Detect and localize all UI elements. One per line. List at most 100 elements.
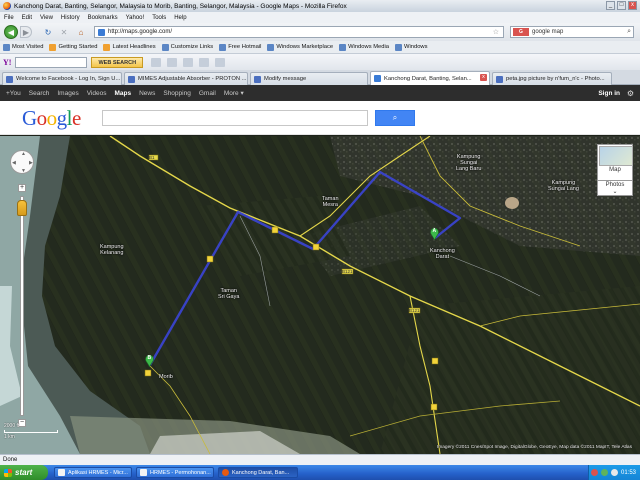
gear-icon[interactable]: ⚙ [627,89,634,98]
bookmark-star-icon[interactable]: ☆ [493,28,499,36]
stop-icon[interactable]: ✕ [58,26,70,38]
bookmark-icon [395,43,402,51]
bookmark-getting-started[interactable]: Getting Started [49,43,97,51]
bookmark-windows-media[interactable]: Windows Media [339,43,389,51]
gbar-shopping[interactable]: Shopping [163,90,190,97]
yahoo-search-input[interactable] [15,56,88,68]
map-canvas[interactable]: Kampung Kelanang Taman Mesra Kampung Sungai… [0,136,640,454]
bookmark-windows-marketplace[interactable]: Windows Marketplace [267,43,333,51]
close-tab-icon[interactable]: x [480,74,487,81]
label-kanchong-darat: Kanchong Darat [430,248,455,260]
scale-bar [4,430,58,433]
gbar-images[interactable]: Images [57,90,78,97]
menu-edit[interactable]: Edit [22,15,32,21]
tab-google-maps[interactable]: Kanchong Darat, Banting, Selan... x [370,71,490,85]
search-engine-box[interactable]: G google map ⌕ [510,26,634,38]
reload-icon[interactable]: ↻ [42,26,54,38]
maximize-button[interactable]: □ [617,1,626,10]
map-type-control[interactable]: Map [597,144,633,184]
minimize-button[interactable]: _ [606,1,615,10]
forward-button[interactable]: ▶ [20,26,32,38]
zoom-in-button[interactable]: + [18,184,26,192]
gbar-gmail[interactable]: Gmail [199,90,216,97]
marker-b[interactable]: B [145,355,154,367]
yahoo-logo[interactable]: Y! [3,58,11,67]
tray-network-icon[interactable] [600,469,608,476]
windows-logo-icon [4,468,12,477]
rss-icon [103,43,111,51]
gbar-plus-you[interactable]: +You [6,90,21,97]
taskbar-item-firefox[interactable]: Kanchong Darat, Ban... [218,467,298,478]
pan-right-icon[interactable]: ▶ [29,160,33,166]
tab-facebook[interactable]: Welcome to Facebook - Log In, Sign U... [2,72,122,85]
maps-search-input[interactable] [102,110,368,126]
menu-view[interactable]: View [40,15,53,21]
menu-yahoo[interactable]: Yahoo! [126,15,145,21]
home-icon[interactable]: ⌂ [75,26,87,38]
taskbar-item-aplikasi[interactable]: Aplikasi HRMES - Micr... [54,467,132,478]
sign-in-link[interactable]: Sign in [598,90,620,97]
gbar-more[interactable]: More ▾ [224,89,244,97]
maps-search-button[interactable]: ⌕ [375,110,415,126]
pan-down-icon[interactable]: ▼ [21,168,26,174]
zoom-slider-track[interactable] [20,196,24,416]
taskbar-item-hrmes[interactable]: HRMES - Permohonan... [136,467,214,478]
windows-taskbar: start Aplikasi HRMES - Micr... HRMES - P… [0,465,640,480]
label-kampung-sungai-lang: Kampung Sungai Lang [548,180,579,192]
toolbar-games-icon[interactable] [183,57,194,67]
chevron-down-icon: ⌄ [612,189,618,195]
toolbar-answers-icon[interactable] [199,57,210,67]
app-icon [140,469,147,476]
start-button[interactable]: start [0,465,48,480]
tray-antivirus-icon[interactable] [590,469,598,476]
window-controls: _ □ x [606,1,637,10]
close-window-button[interactable]: x [628,1,637,10]
site-favicon-icon [98,28,105,36]
google-logo[interactable]: Google [22,106,81,131]
menu-tools[interactable]: Tools [152,15,166,21]
gbar-news[interactable]: News [139,90,155,97]
menu-help[interactable]: Help [174,15,186,21]
map-attribution: Imagery ©2011 Cnes/Spot Image, DigitalGl… [436,445,632,450]
pan-up-icon[interactable]: ▲ [21,151,26,157]
menu-history[interactable]: History [61,15,80,21]
back-button[interactable]: ◀ [4,25,18,39]
tab-photo[interactable]: peta.jpg picture by n'fum_n'c - Photo... [492,72,612,85]
tab-mimes[interactable]: MIMES Adjustable Absorber - PROTON ... [124,72,248,85]
toolbar-news-icon[interactable] [167,57,178,67]
bookmark-icon [339,43,347,51]
bookmark-icon [267,43,275,51]
marker-a[interactable]: A [430,228,439,240]
photos-button[interactable]: Photos ⌄ [597,180,633,196]
bookmark-customize-links[interactable]: Customize Links [161,43,213,51]
road-label-b121-b: B121 [409,308,420,313]
bookmark-windows[interactable]: Windows [395,43,428,51]
pan-left-icon[interactable]: ◀ [12,160,16,166]
bookmark-free-hotmail[interactable]: Free Hotmail [219,43,261,51]
gbar-maps[interactable]: Maps [114,90,131,97]
pan-control[interactable]: ▲ ▼ ◀ ▶ [10,150,34,174]
system-tray: 01:53 [588,465,640,480]
google-navbar: +You Search Images Videos Maps News Shop… [0,85,640,101]
url-bar[interactable]: http://maps.google.com/ ☆ [94,26,504,38]
gbar-videos[interactable]: Videos [87,90,107,97]
map-scale: 2000 ft 1 km [4,423,58,440]
street-view-pegman-icon[interactable] [17,200,27,216]
status-text: Done [3,457,18,463]
bookmark-most-visited[interactable]: Most Visited [3,43,43,51]
toolbar-weather-icon[interactable] [215,57,226,67]
bookmark-icon [3,43,10,51]
toolbar-mail-icon[interactable] [151,57,162,67]
scale-km: 1 km [4,434,15,440]
window-titlebar: Kanchong Darat, Banting, Selangor, Malay… [0,0,640,12]
menu-file[interactable]: File [4,15,14,21]
web-search-button[interactable]: WEB SEARCH [91,56,144,68]
tray-volume-icon[interactable] [610,469,618,476]
bookmark-latest-headlines[interactable]: Latest Headlines [103,43,156,51]
search-icon[interactable]: ⌕ [627,28,631,36]
menu-bookmarks[interactable]: Bookmarks [88,15,118,21]
gbar-search[interactable]: Search [29,90,50,97]
tab-bar: Welcome to Facebook - Log In, Sign U... … [0,70,640,85]
search-engine-selector[interactable]: G [513,28,529,36]
tab-modify-message[interactable]: Modify message [250,72,368,85]
